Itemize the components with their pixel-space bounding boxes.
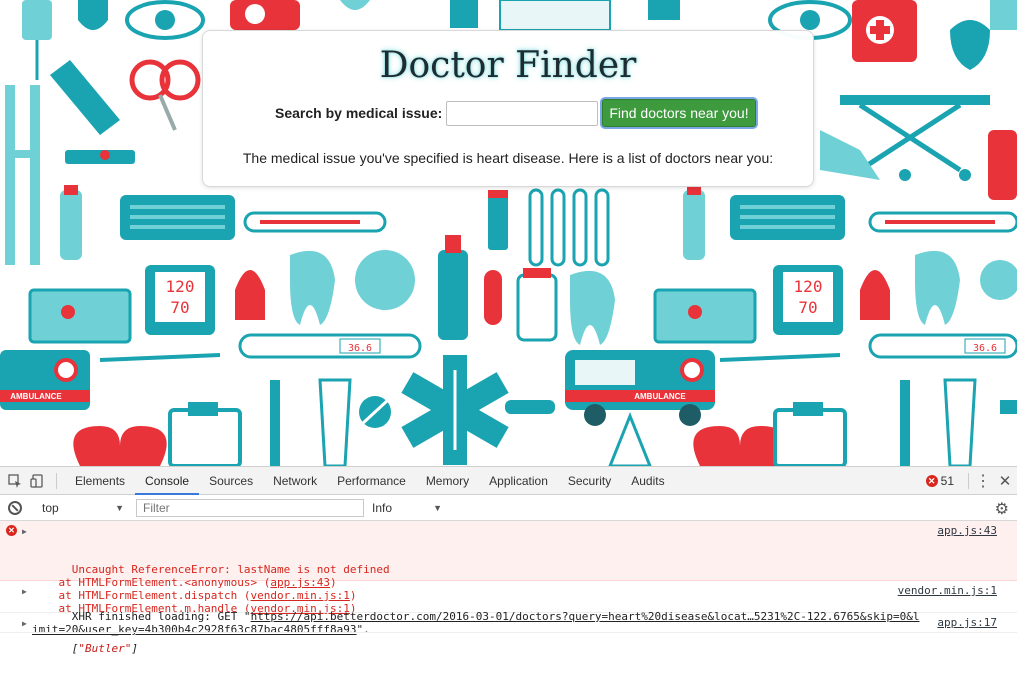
bandage-icon (355, 250, 415, 310)
bottle-icon (60, 190, 82, 260)
devtools-tab-bar: Elements Console Sources Network Perform… (0, 467, 1017, 495)
tube-icon (648, 0, 680, 20)
search-form: Search by medical issue: Find doctors ne… (275, 99, 756, 127)
flask-icon (318, 378, 352, 466)
tooth-icon (78, 0, 108, 30)
toolbar-divider (56, 472, 57, 489)
tooth-icon-2 (290, 250, 335, 325)
log-level-select[interactable]: Info ▼ (372, 501, 442, 515)
tab-console[interactable]: Console (135, 467, 200, 495)
log-level-value: Info (372, 500, 393, 515)
error-icon: ✕ (925, 475, 938, 487)
medical-issue-input[interactable] (446, 100, 599, 126)
svg-text:36.6: 36.6 (973, 343, 997, 354)
inspect-element-icon[interactable] (4, 470, 26, 492)
tab-performance[interactable]: Performance (327, 467, 416, 495)
expand-triangle-icon[interactable]: ▶ (22, 617, 27, 630)
svg-text:120: 120 (794, 277, 823, 296)
tab-audits[interactable]: Audits (621, 467, 674, 495)
error-icon: ✕ (6, 525, 17, 536)
heart-icon (73, 426, 167, 466)
svg-text:120: 120 (166, 277, 195, 296)
capsule-icon (484, 270, 502, 325)
chevron-down-icon: ▼ (433, 502, 442, 513)
array-open-bracket: [ (71, 642, 79, 655)
search-label: Search by medical issue: (275, 105, 443, 121)
bulb-icon (235, 270, 265, 320)
apple-icon (950, 20, 990, 70)
find-doctors-button[interactable]: Find doctors near you! (602, 99, 756, 127)
more-options-icon[interactable]: ⋮ (973, 471, 993, 491)
svg-text:70: 70 (170, 298, 189, 317)
device-toolbar-icon[interactable] (26, 470, 48, 492)
test-tubes-icon (528, 188, 544, 267)
svg-text:AMBULANCE: AMBULANCE (10, 392, 62, 401)
toolbar-divider-right (968, 473, 969, 489)
console-filter-bar: top ▼ Info ▼ ⚙ (0, 495, 1017, 521)
iv-bag-icon (22, 0, 52, 40)
close-devtools-icon[interactable]: ✕ (993, 472, 1017, 490)
microscope-icon (50, 60, 120, 135)
page-title: Doctor Finder (379, 45, 637, 86)
console-filter-input[interactable] (136, 498, 364, 517)
devtools-panel: Elements Console Sources Network Perform… (0, 466, 1017, 655)
gear-icon[interactable]: ⚙ (995, 499, 1009, 519)
mug-icon (230, 0, 300, 30)
stretcher-icon (840, 95, 990, 105)
console-xhr-message[interactable]: ▶ XHR finished loading: GET "https://api… (0, 581, 1017, 636)
doctor-finder-card: Doctor Finder Search by medical issue: F… (202, 30, 814, 187)
expand-triangle-icon[interactable]: ▶ (22, 585, 27, 598)
error-text: Uncaught ReferenceError: lastName is not… (71, 563, 390, 576)
expand-triangle-icon[interactable]: ▶ (22, 525, 27, 538)
error-source-link[interactable]: app.js:43 (937, 524, 997, 537)
clear-console-icon[interactable] (8, 500, 22, 515)
context-value: top (42, 500, 59, 515)
bp-cuff-icon (28, 288, 132, 344)
console-error-message[interactable]: ✕ ▶ Uncaught ReferenceError: lastName is… (0, 521, 1017, 615)
array-value: "Butler" (78, 642, 132, 655)
tab-sources[interactable]: Sources (199, 467, 263, 495)
console-array-message[interactable]: ▶ ["Butler"] app.js:17 (0, 613, 1017, 655)
first-aid-icon (988, 130, 1017, 200)
xhr-source-link[interactable]: vendor.min.js:1 (898, 584, 997, 597)
context-select[interactable]: top ▼ (42, 501, 124, 515)
console-messages: ✕ ▶ Uncaught ReferenceError: lastName is… (0, 521, 1017, 655)
syringe-icon (270, 380, 280, 466)
tab-application[interactable]: Application (479, 467, 558, 495)
array-close-bracket: ] (131, 642, 138, 655)
tab-memory[interactable]: Memory (416, 467, 479, 495)
glove-icon (820, 130, 880, 180)
spray-icon (438, 250, 468, 340)
page-viewport: 120 70 120 70 36.6 36.6 AMBULANCE AMBULA… (0, 0, 1017, 466)
svg-text:36.6: 36.6 (348, 343, 372, 354)
chevron-down-icon: ▼ (115, 502, 124, 513)
tab-security[interactable]: Security (558, 467, 621, 495)
result-message: The medical issue you've specified is he… (242, 150, 774, 166)
svg-text:AMBULANCE: AMBULANCE (634, 392, 686, 401)
svg-text:70: 70 (798, 298, 817, 317)
clipboard-icon (168, 408, 242, 466)
crutch-icon (5, 85, 15, 265)
error-count: 51 (940, 474, 954, 488)
error-counter[interactable]: ✕ 51 (925, 474, 954, 488)
caduceus-icon (450, 0, 478, 28)
tab-elements[interactable]: Elements (65, 467, 135, 495)
pill-pack-icon (499, 0, 611, 31)
array-source-link[interactable]: app.js:17 (937, 616, 997, 629)
tab-network[interactable]: Network (263, 467, 327, 495)
star-of-life-icon (401, 355, 509, 465)
